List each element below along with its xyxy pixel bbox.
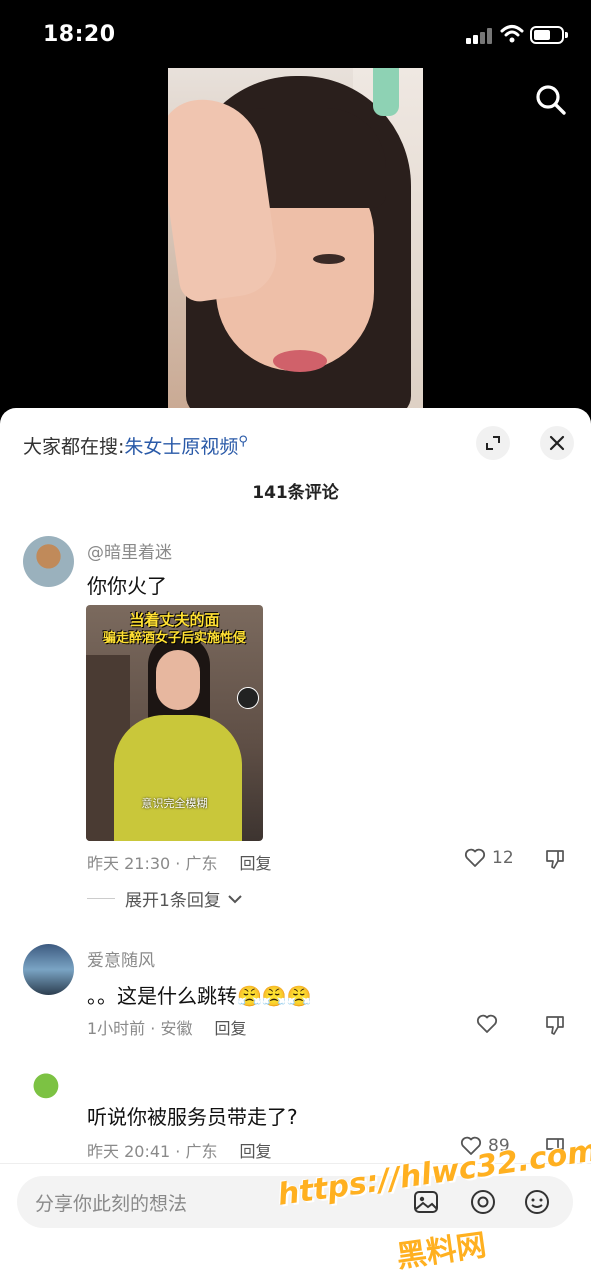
comment-username[interactable]: 爱意随风 [87,946,155,971]
like-count: 12 [492,848,514,868]
comment-count: 141条评论 [252,483,339,503]
comment-text: 听说你被服务员带走了? [87,1105,298,1129]
comment-time-location: 昨天 21:30 · 广东 [87,854,218,873]
status-time: 18:20 [43,22,116,47]
dislike-icon[interactable] [544,1014,566,1036]
reply-button[interactable]: 回复 [239,1142,271,1161]
close-button[interactable] [540,426,574,460]
hot-search-prefix: 大家都在搜: [23,436,125,458]
heart-icon [464,848,486,867]
expand-replies-label: 展开1条回复 [125,891,221,911]
expand-button[interactable] [476,426,510,460]
avatar[interactable] [23,536,74,587]
comment-text: 。。这是什么跳转😤😤😤 [87,984,312,1008]
reply-button[interactable]: 回复 [214,1019,246,1038]
comment-time-location: 1小时前 · 安徽 [87,1019,193,1038]
comment-meta: 昨天 21:30 · 广东 回复 [87,850,271,874]
comment-time-location: 昨天 20:41 · 广东 [87,1142,218,1161]
app-logo-icon [237,687,259,709]
video-player[interactable] [168,68,423,416]
avatar[interactable] [23,1068,74,1119]
comment-text: 你你火了 [87,574,167,598]
image-subtitle: 意识完全模糊 [141,797,208,810]
chevron-down-icon [228,894,242,903]
comment-input-placeholder: 分享你此刻的想法 [35,1193,188,1215]
search-icon[interactable] [533,82,569,118]
watermark-name: 黑料网 [394,1227,489,1276]
close-icon [549,435,565,451]
status-bar: 18:20 [0,0,591,68]
hot-search-keyword[interactable]: 朱女士原视频 [124,436,238,458]
signal-icon [466,28,492,44]
reply-button[interactable]: 回复 [239,854,271,873]
avatar[interactable] [23,944,74,995]
like-button[interactable]: 12 [464,848,514,868]
comment-meta: 昨天 20:41 · 广东 回复 [87,1138,271,1162]
battery-icon [530,26,568,44]
comment-username[interactable]: @暗里着迷 [87,538,172,563]
expand-replies[interactable]: 展开1条回复 [87,886,243,911]
expand-icon [486,436,500,450]
hot-search-bar[interactable]: 大家都在搜:朱女士原视频⚲ [23,432,248,459]
comment-image[interactable]: 当着丈夫的面 骗走醉酒女子后实施性侵 意识完全模糊 [86,605,263,841]
image-caption-line2: 骗走醉酒女子后实施性侵 [102,631,246,646]
dislike-icon[interactable] [544,848,566,870]
wifi-icon [500,25,524,43]
watermark: https://hlwc32.com 黑料网 [276,1133,591,1278]
search-small-icon: ⚲ [238,434,248,449]
comment-meta: 1小时前 · 安徽 回复 [87,1015,246,1039]
heart-icon [476,1014,498,1033]
like-button[interactable] [476,1014,504,1034]
